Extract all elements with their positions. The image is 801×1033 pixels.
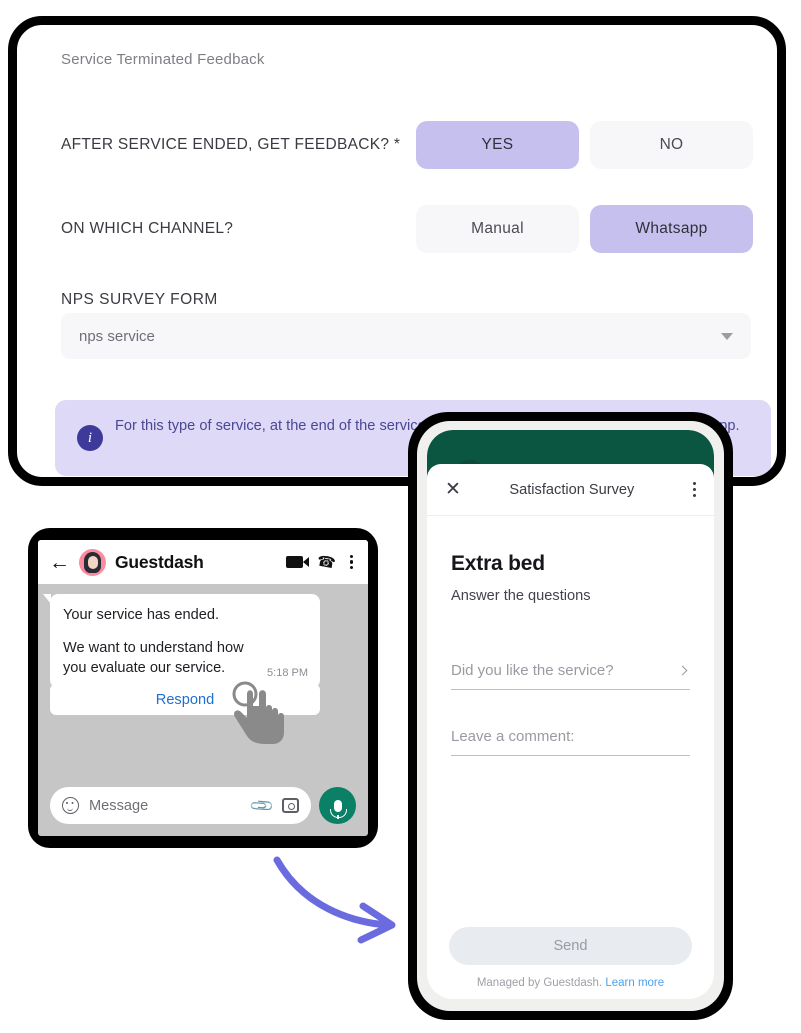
nps-survey-form-value: nps service [79,327,155,345]
message-line-2: We want to understand how [63,640,244,656]
phone-bezel: ✕ Satisfaction Survey Extra bed Answer t… [417,421,724,1011]
feedback-row-label: AFTER SERVICE ENDED, GET FEEDBACK? * [61,136,401,153]
survey-content: Extra bed Answer the questions Did you l… [427,516,714,927]
paperclip-icon[interactable]: 📎 [248,791,276,819]
feedback-toggle-row: AFTER SERVICE ENDED, GET FEEDBACK? * YES… [61,121,753,169]
screenshot-root: Service Terminated Feedback AFTER SERVIC… [0,0,801,1033]
feedback-option-no[interactable]: NO [590,121,753,169]
learn-more-link[interactable]: Learn more [605,977,664,989]
chevron-right-icon [677,665,688,676]
survey-footer: Send Managed by Guestdash. Learn more [427,927,714,999]
whatsapp-header-actions: ☎ [286,552,357,572]
back-arrow-icon[interactable]: ← [49,552,70,573]
survey-subheading: Answer the questions [451,588,591,604]
microphone-button[interactable] [319,787,356,824]
flow-arrow-icon [273,856,396,944]
survey-title: Satisfaction Survey [509,481,635,498]
emoji-icon[interactable] [62,797,79,814]
more-vertical-icon[interactable] [349,554,353,570]
nps-survey-form-label: NPS SURVEY FORM [61,291,218,308]
microphone-icon [330,799,347,819]
survey-question-row[interactable]: Did you like the service? [451,662,690,690]
message-line-1: Your service has ended. [63,607,220,623]
message-input-placeholder: Message [89,797,149,814]
chevron-down-icon [721,332,733,340]
managed-by-text: Managed by Guestdash. Learn more [449,977,692,989]
contact-name: Guestdash [115,551,204,572]
info-icon: i [77,425,103,451]
whatsapp-chat-phone: ← Guestdash ☎ Your service has ended. We… [28,528,378,848]
nps-survey-form-select[interactable]: nps service [61,313,751,359]
card-title: Service Terminated Feedback [61,51,265,68]
channel-option-whatsapp[interactable]: Whatsapp [590,205,753,253]
whatsapp-input-bar: Message 📎 [50,787,356,824]
survey-topbar: ✕ Satisfaction Survey [427,464,714,516]
feedback-option-yes[interactable]: YES [416,121,579,169]
video-camera-icon[interactable] [286,556,310,568]
survey-question-label: Did you like the service? [451,662,614,679]
channel-row-label: ON WHICH CHANNEL? [61,220,234,237]
survey-heading: Extra bed [451,552,545,575]
whatsapp-screen: ← Guestdash ☎ Your service has ended. We… [38,540,368,836]
camera-icon[interactable] [282,798,299,813]
whatsapp-header: ← Guestdash ☎ [38,540,368,584]
survey-sheet: ✕ Satisfaction Survey Extra bed Answer t… [427,464,714,999]
tap-hand-icon [232,681,284,744]
phone-icon[interactable]: ☎ [316,552,338,572]
survey-comment-field[interactable]: Leave a comment: [451,728,690,756]
avatar [79,548,106,576]
satisfaction-survey-phone: ✕ Satisfaction Survey Extra bed Answer t… [408,412,733,1020]
more-vertical-icon[interactable] [692,482,696,497]
channel-option-manual[interactable]: Manual [416,205,579,253]
send-button[interactable]: Send [449,927,692,965]
survey-screen: ✕ Satisfaction Survey Extra bed Answer t… [427,430,714,999]
whatsapp-conversation: Your service has ended. We want to under… [38,584,368,836]
managed-by-label: Managed by Guestdash. [476,977,603,989]
channel-toggle-row: ON WHICH CHANNEL? Manual Whatsapp [61,205,753,253]
message-input[interactable]: Message 📎 [50,787,311,824]
message-bubble: Your service has ended. We want to under… [43,594,320,688]
